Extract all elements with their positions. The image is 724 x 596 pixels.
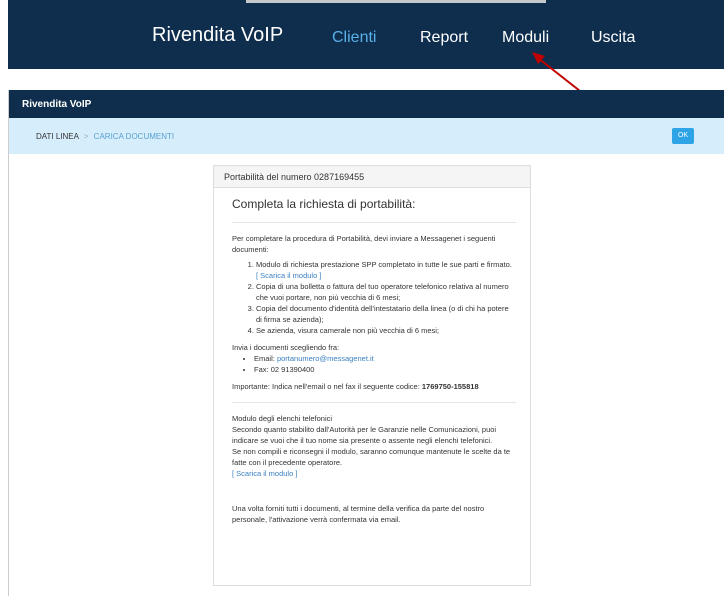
portability-card: Portabilità del numero 0287169455 Comple… — [213, 165, 531, 586]
list-item: Copia del documento d'identità dell'inte… — [256, 303, 516, 325]
nav-clienti[interactable]: Clienti — [332, 29, 376, 47]
elenchi-title: Modulo degli elenchi telefonici — [232, 414, 333, 423]
divider — [232, 402, 516, 403]
send-intro: Invia i documenti scegliendo fra: — [232, 343, 340, 352]
app-header: Rivendita VoIP — [9, 90, 724, 118]
breadcrumb-step-dati-linea[interactable]: DATI LINEA — [36, 132, 79, 141]
nav-uscita[interactable]: Uscita — [591, 29, 635, 47]
list-item: Copia di una bolletta o fattura del tuo … — [256, 281, 516, 303]
important-text: Importante: Indica nell'email o nel fax … — [232, 382, 420, 391]
request-code: 1769750-155818 — [421, 382, 479, 391]
email-label: Email: — [254, 354, 275, 363]
fax-label: Fax: — [254, 365, 269, 374]
list-item: Modulo di richiesta prestazione SPP comp… — [256, 259, 516, 281]
intro-text: Per completare la procedura di Portabili… — [232, 234, 496, 254]
list-item: Fax: 02 91390400 — [254, 364, 516, 375]
ok-button[interactable]: OK — [672, 128, 694, 144]
app-screenshot: Rivendita VoIP DATI LINEA > CARICA DOCUM… — [8, 90, 724, 596]
fax-number: 02 91390400 — [270, 365, 315, 374]
nav-moduli[interactable]: Moduli — [502, 29, 549, 47]
download-elenchi-link[interactable]: [ Scarica il modulo ] — [232, 468, 516, 479]
contact-list: Email: portanumero@messagenet.it Fax: 02… — [254, 353, 516, 375]
elenchi-text-1: Secondo quanto stabilito dall'Autorità p… — [232, 425, 497, 445]
important-note: Importante: Indica nell'email o nel fax … — [232, 381, 516, 392]
card-header: Portabilità del numero 0287169455 — [214, 166, 530, 188]
email-link[interactable]: portanumero@messagenet.it — [277, 354, 374, 363]
brand-title[interactable]: Rivendita VoIP — [152, 24, 283, 47]
annotation-arrow-icon — [532, 52, 581, 92]
card-body: Completa la richiesta di portabilità: Pe… — [214, 188, 530, 525]
nav-report[interactable]: Report — [420, 29, 468, 47]
divider — [232, 222, 516, 223]
breadcrumb: DATI LINEA > CARICA DOCUMENTI — [9, 118, 724, 154]
final-text: Una volta forniti tutti i documenti, al … — [232, 504, 485, 524]
top-divider — [246, 0, 546, 3]
list-item: Se azienda, visura camerale non più vecc… — [256, 325, 516, 336]
breadcrumb-step-carica-documenti: CARICA DOCUMENTI — [93, 132, 175, 141]
download-module-link[interactable]: [ Scarica il modulo ] — [256, 271, 321, 280]
list-item: Email: portanumero@messagenet.it — [254, 353, 516, 364]
elenchi-text-2: Se non compili e riconsegni il modulo, s… — [232, 447, 511, 467]
breadcrumb-separator: > — [83, 132, 89, 141]
step-1-text: Modulo di richiesta prestazione SPP comp… — [256, 260, 512, 269]
top-nav-bar: Rivendita VoIP Clienti Report Moduli Usc… — [8, 0, 724, 69]
documents-list: Modulo di richiesta prestazione SPP comp… — [256, 259, 516, 336]
app-title[interactable]: Rivendita VoIP — [22, 99, 91, 110]
card-title: Completa la richiesta di portabilità: — [232, 197, 416, 211]
